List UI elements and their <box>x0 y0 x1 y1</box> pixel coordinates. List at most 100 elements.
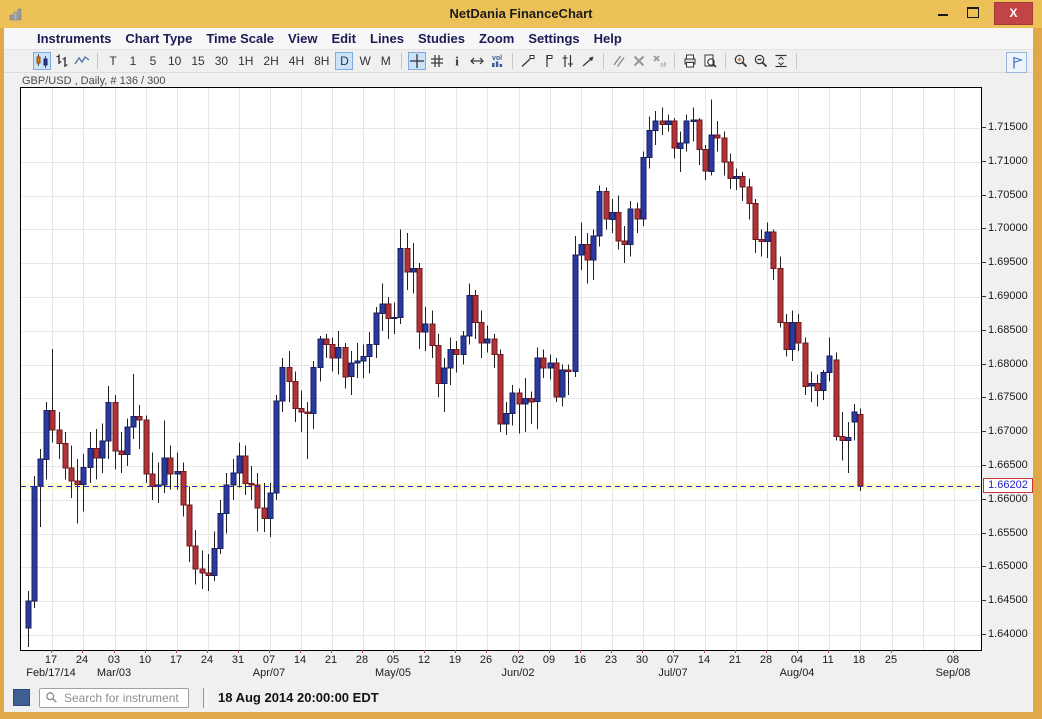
date-tick <box>145 650 146 653</box>
price-axis-label: 1.68500 <box>988 324 1028 336</box>
delete-all-button[interactable]: all <box>650 52 668 70</box>
maximize-icon <box>967 7 979 18</box>
toolbar-separator <box>512 53 513 69</box>
fit-price-scale-button[interactable] <box>772 52 790 70</box>
price-tick <box>982 195 986 196</box>
date-axis-label: 30 <box>625 654 659 666</box>
price-tick <box>982 161 986 162</box>
trend-line-button[interactable] <box>519 52 537 70</box>
line-chart-button[interactable] <box>73 52 91 70</box>
price-axis-label: 1.67500 <box>988 391 1028 403</box>
title-bar[interactable]: NetDania FinanceChart X <box>0 0 1042 28</box>
price-tick <box>982 262 986 263</box>
volume-button[interactable]: vol <box>488 52 506 70</box>
month-axis-label: Jun/02 <box>478 667 558 679</box>
date-tick <box>393 650 394 653</box>
grid-button[interactable] <box>428 52 446 70</box>
crosshair-button[interactable] <box>408 52 426 70</box>
vertical-line-button[interactable] <box>539 52 557 70</box>
close-button[interactable]: X <box>994 2 1033 25</box>
date-axis-label: 10 <box>128 654 162 666</box>
month-axis-label: Sep/08 <box>913 667 993 679</box>
menu-time-scale[interactable]: Time Scale <box>199 28 281 46</box>
arrow-line-button[interactable] <box>579 52 597 70</box>
menu-edit[interactable]: Edit <box>324 28 363 46</box>
search-input[interactable] <box>62 690 184 706</box>
scroll-horizontal-button[interactable] <box>468 52 486 70</box>
date-tick <box>580 650 581 653</box>
timeframe-2H-button[interactable]: 2H <box>259 52 282 70</box>
minimize-icon <box>938 14 948 16</box>
price-tick <box>982 499 986 500</box>
timeframe-1H-button[interactable]: 1H <box>234 52 257 70</box>
channel-button[interactable] <box>559 52 577 70</box>
zoom-out-button[interactable] <box>752 52 770 70</box>
parallel-lines-button[interactable] <box>610 52 628 70</box>
timeframe-W-button[interactable]: W <box>355 52 374 70</box>
print-preview-button[interactable] <box>701 52 719 70</box>
delete-selected-button[interactable] <box>630 52 648 70</box>
date-axis-label: 19 <box>438 654 472 666</box>
statusbar-datetime: 18 Aug 2014 20:00:00 EDT <box>218 690 379 705</box>
menu-instruments[interactable]: Instruments <box>30 28 118 46</box>
time-axis[interactable]: 1724031017243107142128051219260209162330… <box>20 650 1010 682</box>
menu-help[interactable]: Help <box>587 28 629 46</box>
date-tick <box>51 650 52 653</box>
date-tick <box>766 650 767 653</box>
chart-plot[interactable] <box>20 87 982 651</box>
date-tick <box>518 650 519 653</box>
price-tick <box>982 296 986 297</box>
timeframe-30-button[interactable]: 30 <box>211 52 232 70</box>
timeframe-D-button[interactable]: D <box>335 52 353 70</box>
toolbar-separator <box>725 53 726 69</box>
menu-zoom[interactable]: Zoom <box>472 28 521 46</box>
price-axis-label: 1.69000 <box>988 290 1028 302</box>
month-axis-label: Mar/03 <box>74 667 154 679</box>
date-tick <box>455 650 456 653</box>
date-tick <box>891 650 892 653</box>
date-tick <box>735 650 736 653</box>
timeframe-1-button[interactable]: 1 <box>124 52 142 70</box>
date-tick <box>549 650 550 653</box>
date-tick <box>486 650 487 653</box>
chart-symbol-label: GBP/USD , Daily, # 136 / 300 <box>22 75 165 87</box>
menu-studies[interactable]: Studies <box>411 28 472 46</box>
price-axis-label: 1.70500 <box>988 189 1028 201</box>
date-axis-label: 31 <box>221 654 255 666</box>
date-axis-label: 02 <box>501 654 535 666</box>
instrument-list-button[interactable] <box>13 689 30 706</box>
window-content: InstrumentsChart TypeTime ScaleViewEditL… <box>4 28 1033 712</box>
menu-lines[interactable]: Lines <box>363 28 411 46</box>
date-tick <box>611 650 612 653</box>
timeframe-M-button[interactable]: M <box>377 52 395 70</box>
info-button[interactable]: i <box>448 52 466 70</box>
timeframe-8H-button[interactable]: 8H <box>310 52 333 70</box>
date-tick <box>362 650 363 653</box>
price-axis-label: 1.66000 <box>988 493 1028 505</box>
price-tick <box>982 533 986 534</box>
timeframe-15-button[interactable]: 15 <box>187 52 208 70</box>
date-axis-label: 11 <box>811 654 845 666</box>
pin-chart-button[interactable] <box>1006 52 1027 73</box>
search-box[interactable] <box>39 688 189 708</box>
price-axis-label: 1.65500 <box>988 527 1028 539</box>
timeframe-T-button[interactable]: T <box>104 52 122 70</box>
timeframe-10-button[interactable]: 10 <box>164 52 185 70</box>
date-axis-label: 16 <box>563 654 597 666</box>
zoom-in-button[interactable] <box>732 52 750 70</box>
timeframe-4H-button[interactable]: 4H <box>285 52 308 70</box>
timeframe-5-button[interactable]: 5 <box>144 52 162 70</box>
print-button[interactable] <box>681 52 699 70</box>
ohlc-bars-button[interactable] <box>53 52 71 70</box>
menu-settings[interactable]: Settings <box>521 28 586 46</box>
menu-view[interactable]: View <box>281 28 324 46</box>
minimize-button[interactable] <box>930 2 956 23</box>
menu-chart-type[interactable]: Chart Type <box>118 28 199 46</box>
date-axis-label: 26 <box>469 654 503 666</box>
price-axis[interactable]: 1.66202 1.715001.710001.705001.700001.69… <box>982 87 1032 649</box>
price-tick <box>982 634 986 635</box>
maximize-button[interactable] <box>960 2 986 23</box>
price-axis-label: 1.69500 <box>988 256 1028 268</box>
window-title: NetDania FinanceChart <box>0 0 1042 28</box>
candlestick-chart-button[interactable] <box>33 52 51 70</box>
